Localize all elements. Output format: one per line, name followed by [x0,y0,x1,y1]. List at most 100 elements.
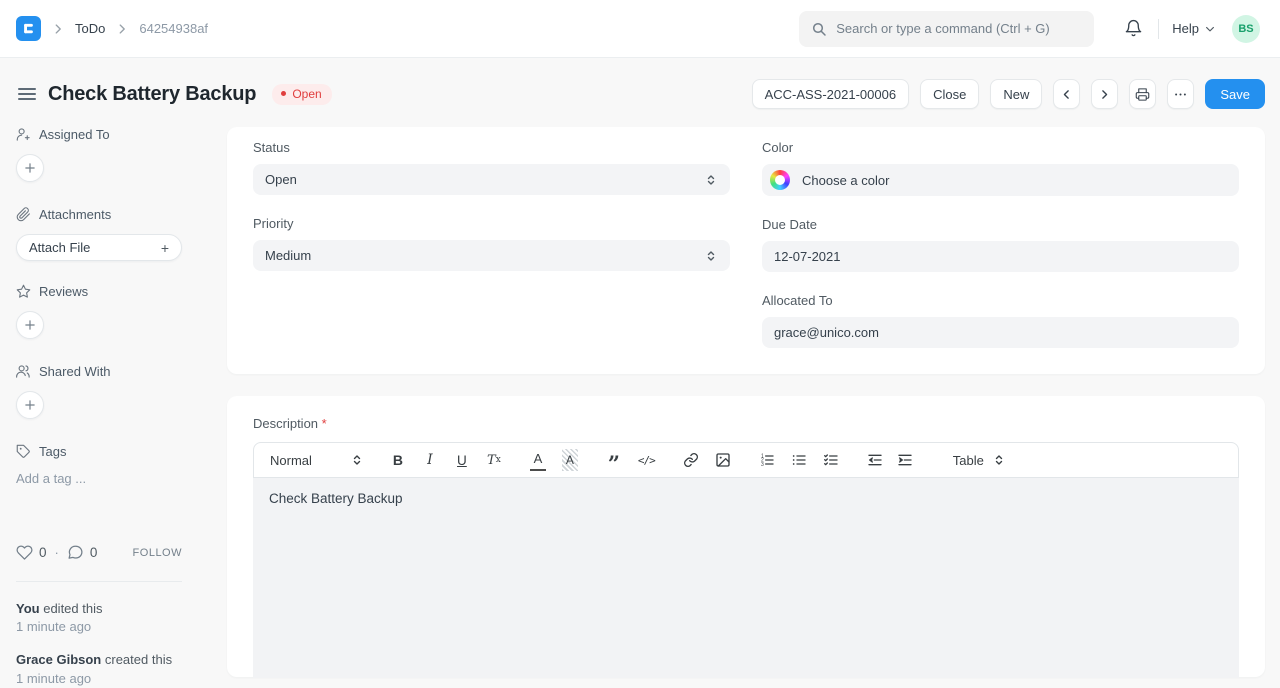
paragraph-style-select[interactable]: Normal [270,453,364,468]
save-button[interactable]: Save [1205,79,1265,109]
close-button[interactable]: Close [920,79,979,109]
blockquote-button[interactable]: ” [606,449,622,471]
avatar-initials: BS [1238,23,1253,35]
link-button[interactable] [683,449,699,471]
link-icon [683,452,699,468]
add-assignment-button[interactable] [16,154,44,182]
indent-icon [897,452,913,468]
select-chevrons-icon [704,249,718,263]
attachments-label: Attachments [39,207,111,222]
attach-file-label: Attach File [29,240,90,255]
bold-button[interactable]: B [390,449,406,471]
due-date-control [762,241,1239,272]
color-picker[interactable]: Choose a color [762,164,1239,196]
activity-actor: You [16,601,40,616]
page-actions: ACC-ASS-2021-00006 Close New Save [752,79,1265,109]
menu-button[interactable] [1167,79,1194,109]
comment-icon [67,544,84,561]
indent-group [867,449,913,471]
font-color-button[interactable]: A [530,449,546,471]
allocated-to-label: Allocated To [762,293,1239,308]
image-icon [715,452,731,468]
navbar: ToDo 64254938af Help BS [0,0,1280,58]
help-menu-button[interactable]: Help [1172,21,1216,36]
outdent-icon [867,452,883,468]
allocated-to-control [762,317,1239,348]
sidebar-divider [16,581,182,582]
chevron-left-icon [1060,88,1073,101]
bullet-list-button[interactable] [791,449,807,471]
select-chevrons-icon [992,453,1006,467]
add-review-button[interactable] [16,311,44,339]
tags-label: Tags [39,444,66,459]
status-badge: Open [272,84,331,105]
insert-group [683,449,731,471]
plus-icon: + [161,240,169,256]
follow-button[interactable]: FOLLOW [133,547,182,559]
status-value: Open [265,172,297,187]
global-search[interactable] [799,11,1094,47]
hamburger-icon [18,88,36,90]
chevron-down-icon [1204,23,1216,35]
priority-select[interactable]: Medium [253,240,730,271]
new-button[interactable]: New [990,79,1042,109]
like-button[interactable] [16,544,33,561]
due-date-input[interactable] [774,249,1227,264]
help-label: Help [1172,21,1199,36]
italic-button[interactable]: I [422,449,438,471]
notifications-button[interactable] [1120,15,1147,42]
clear-format-button[interactable]: Tx [486,449,502,471]
sidebar-toggle-button[interactable] [16,85,38,103]
description-label-row: Description * [253,416,1239,431]
color-label: Color [762,140,1239,155]
search-icon [811,21,827,37]
comment-button[interactable] [67,544,84,561]
form-sidebar: Assigned To Attachments Attach File + Re… [16,127,182,688]
breadcrumb-doc-id: 64254938af [139,21,208,36]
like-count: 0 [39,545,47,560]
star-icon [16,284,31,299]
underline-button[interactable]: U [454,449,470,471]
check-list-icon [823,452,839,468]
plus-icon [24,319,36,331]
block-group: ” </> [606,449,655,471]
app-logo[interactable] [16,16,41,41]
description-editor[interactable]: Check Battery Backup [253,478,1239,678]
activity-entry: Grace Gibson created this 1 minute ago [16,651,182,687]
check-list-button[interactable] [823,449,839,471]
next-doc-button[interactable] [1091,79,1118,109]
table-menu[interactable]: Table [953,453,1006,468]
priority-value: Medium [265,248,311,263]
indent-button[interactable] [897,449,913,471]
attach-file-button[interactable]: Attach File + [16,234,182,261]
activity-actor: Grace Gibson [16,652,101,667]
select-chevrons-icon [350,453,364,467]
add-share-button[interactable] [16,391,44,419]
priority-field: Priority Medium [253,216,730,271]
search-input[interactable] [836,21,1082,36]
doc-id-button[interactable]: ACC-ASS-2021-00006 [752,79,910,109]
allocated-to-input[interactable] [774,325,1227,340]
shared-with-label: Shared With [39,364,111,379]
highlight-color-button[interactable]: A [562,449,578,471]
navbar-actions: Help BS [1120,15,1260,43]
tags-section: Tags [16,444,182,459]
ordered-list-button[interactable]: 1 2 3 [759,449,775,471]
due-date-label: Due Date [762,217,1239,232]
user-avatar[interactable]: BS [1232,15,1260,43]
print-button[interactable] [1129,79,1156,109]
color-field: Color Choose a color [762,140,1239,196]
code-button[interactable]: </> [638,449,655,471]
status-select[interactable]: Open [253,164,730,195]
assigned-to-section: Assigned To [16,127,182,142]
ellipsis-icon [1173,87,1188,102]
bullet-list-icon [791,452,807,468]
tag-icon [16,444,31,459]
prev-doc-button[interactable] [1053,79,1080,109]
image-button[interactable] [715,449,731,471]
description-card: Description * Normal B I U Tx A [227,396,1265,677]
breadcrumb-app[interactable]: ToDo [75,21,105,36]
outdent-button[interactable] [867,449,883,471]
add-tag-input[interactable] [16,471,166,486]
list-group: 1 2 3 [759,449,839,471]
